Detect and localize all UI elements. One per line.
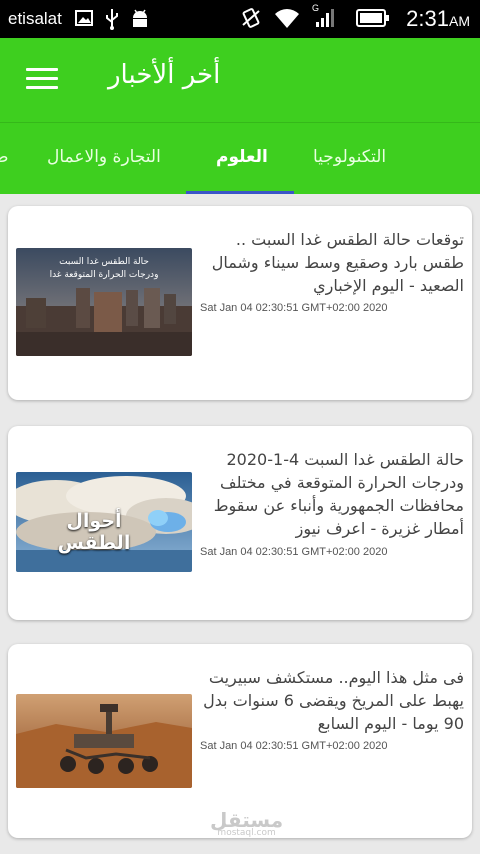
article-thumbnail bbox=[16, 694, 192, 788]
watermark-logo: مستقل mostaql.com bbox=[210, 808, 283, 838]
clock-time: 2:31 bbox=[406, 6, 449, 31]
hamburger-menu-icon[interactable] bbox=[26, 68, 58, 92]
article-card[interactable]: أحوال الطقس حالة الطقس غدا السبت 4-1-202… bbox=[8, 426, 472, 620]
status-bar: etisalat G 2:31AM bbox=[0, 0, 480, 38]
app-title: أخر ألأخبار bbox=[108, 60, 221, 90]
carrier-label: etisalat bbox=[8, 9, 62, 28]
system-icons: G bbox=[240, 3, 390, 29]
vibrate-icon bbox=[242, 8, 260, 28]
notification-icons bbox=[74, 8, 150, 30]
article-title: حالة الطقس غدا السبت 4-1-2020 ودرجات الح… bbox=[213, 450, 464, 538]
article-date: Sat Jan 04 02:30:51 GMT+02:00 2020 bbox=[200, 740, 388, 752]
thumbnail-caption-line: ودرجات الحرارة المتوقعة غدا bbox=[49, 270, 159, 280]
signal-type-label: G bbox=[312, 3, 320, 13]
article-date: Sat Jan 04 02:30:51 GMT+02:00 2020 bbox=[200, 546, 388, 558]
article-thumbnail: حالة الطقس غدا السبت ودرجات الحرارة المت… bbox=[16, 248, 192, 356]
article-title: توقعات حالة الطقس غدا السبت .. طقس بارد … bbox=[211, 230, 464, 295]
android-icon bbox=[133, 9, 147, 27]
article-title: فى مثل هذا اليوم.. مستكشف سبيريت يهبط عل… bbox=[203, 668, 464, 733]
image-icon bbox=[75, 10, 93, 26]
thumbnail-caption: أحوال الطقس bbox=[57, 510, 131, 554]
wifi-icon bbox=[275, 9, 299, 28]
usb-icon bbox=[106, 9, 118, 30]
active-tab-indicator bbox=[186, 191, 294, 194]
tab-business[interactable]: التجارة والاعمال bbox=[47, 147, 161, 167]
tab-health[interactable]: صحة bbox=[0, 147, 9, 167]
battery-icon bbox=[356, 9, 389, 27]
tab-technology[interactable]: التكنولوجيا bbox=[313, 147, 386, 167]
article-card[interactable]: حالة الطقس غدا السبت ودرجات الحرارة المت… bbox=[8, 206, 472, 400]
watermark-subtext: mostaql.com bbox=[217, 828, 276, 838]
signal-icon: G bbox=[312, 3, 334, 29]
tab-science[interactable]: العلوم bbox=[216, 147, 268, 167]
article-thumbnail: أحوال الطقس bbox=[16, 472, 192, 572]
tab-bar: صحة التكنولوجيا العلوم التجارة والاعمال bbox=[0, 122, 480, 194]
article-date: Sat Jan 04 02:30:51 GMT+02:00 2020 bbox=[200, 302, 388, 314]
thumbnail-caption-line: حالة الطقس غدا السبت bbox=[59, 257, 149, 267]
clock: 2:31AM bbox=[406, 6, 470, 32]
clock-ampm: AM bbox=[449, 13, 470, 29]
app-bar: أخر ألأخبار bbox=[0, 38, 480, 122]
